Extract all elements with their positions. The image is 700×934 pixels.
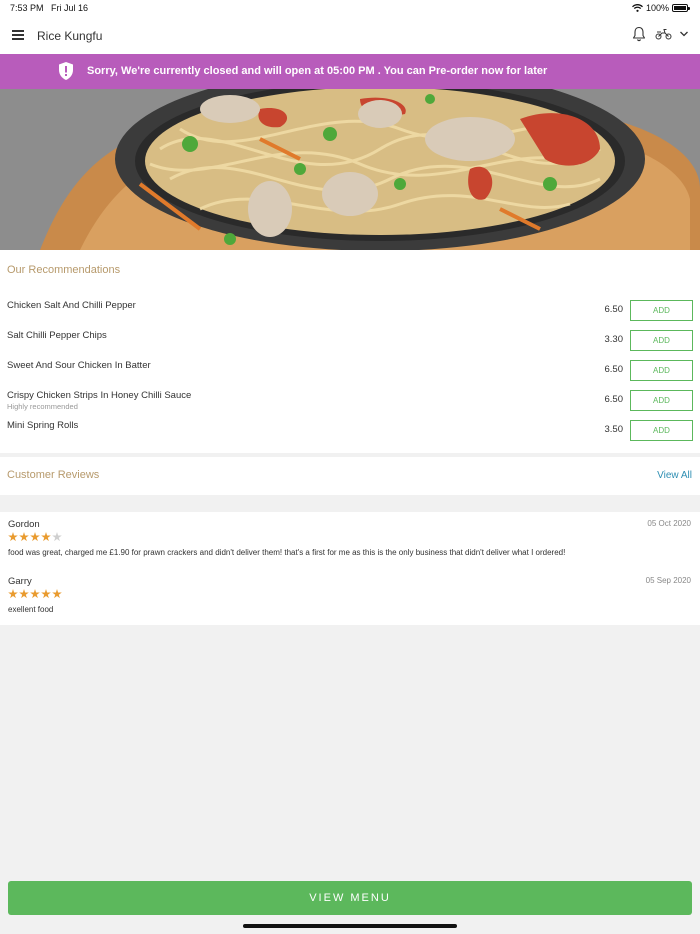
status-date: Fri Jul 16: [51, 3, 89, 13]
menu-item: Salt Chilli Pepper Chips 3.30 ADD: [0, 330, 700, 352]
review-date: 05 Oct 2020: [647, 519, 691, 528]
star-icon: [41, 589, 51, 599]
item-price: 3.30: [604, 334, 624, 345]
review-date: 05 Sep 2020: [645, 576, 691, 585]
add-button[interactable]: ADD: [630, 330, 693, 351]
app-header: Rice Kungfu: [0, 16, 700, 54]
review-text: food was great, charged me £1.90 for pra…: [8, 548, 566, 557]
shield-alert-icon: [59, 62, 73, 80]
star-icon: [19, 589, 29, 599]
closed-banner: Sorry, We're currently closed and will o…: [0, 54, 700, 89]
chevron-down-icon[interactable]: [679, 30, 689, 38]
reviews-title: Customer Reviews: [7, 469, 100, 481]
closed-message: Sorry, We're currently closed and will o…: [87, 65, 548, 77]
star-icon: [8, 589, 18, 599]
menu-icon[interactable]: [12, 30, 24, 40]
star-icon: [30, 532, 40, 542]
star-icon: [41, 532, 51, 542]
item-price: 6.50: [604, 394, 624, 405]
menu-item: Mini Spring Rolls 3.50 ADD: [0, 420, 700, 442]
item-price: 6.50: [604, 304, 624, 315]
star-rating: [8, 589, 62, 599]
menu-item: Crispy Chicken Strips In Honey Chilli Sa…: [0, 390, 700, 412]
item-name: Mini Spring Rolls: [7, 420, 79, 431]
add-button[interactable]: ADD: [630, 360, 693, 381]
review-author: Garry: [8, 576, 32, 587]
hero-food-image: [0, 89, 700, 250]
menu-item: Sweet And Sour Chicken In Batter 6.50 AD…: [0, 360, 700, 382]
noodles-illustration: [0, 89, 700, 250]
item-price: 3.50: [604, 424, 624, 435]
reviews-list: Gordon 05 Oct 2020 food was great, charg…: [0, 512, 700, 625]
review-author: Gordon: [8, 519, 40, 530]
star-icon: [52, 532, 62, 542]
status-bar: 7:53 PM Fri Jul 16 100%: [0, 0, 700, 16]
star-icon: [30, 589, 40, 599]
item-name: Chicken Salt And Chilli Pepper: [7, 300, 136, 311]
add-button[interactable]: ADD: [630, 300, 693, 321]
star-icon: [52, 589, 62, 599]
home-indicator: [243, 924, 457, 928]
status-time: 7:53 PM: [10, 3, 44, 13]
battery-icon: [672, 4, 690, 12]
item-name: Sweet And Sour Chicken In Batter: [7, 360, 151, 371]
reviews-header: Customer Reviews View All: [0, 457, 700, 495]
item-price: 6.50: [604, 364, 624, 375]
wifi-icon: [632, 4, 643, 12]
menu-item: Chicken Salt And Chilli Pepper 6.50 ADD: [0, 300, 700, 322]
item-subtitle: Highly recommended: [7, 402, 78, 411]
item-name: Crispy Chicken Strips In Honey Chilli Sa…: [7, 390, 192, 401]
star-icon: [8, 532, 18, 542]
review-text: exellent food: [8, 605, 54, 614]
restaurant-title: Rice Kungfu: [37, 29, 103, 43]
bell-icon[interactable]: [632, 26, 646, 42]
star-rating: [8, 532, 62, 542]
recommendations-section: Our Recommendations Chicken Salt And Chi…: [0, 250, 700, 453]
view-all-link[interactable]: View All: [657, 470, 692, 481]
recommendations-title: Our Recommendations: [7, 264, 121, 276]
item-name: Salt Chilli Pepper Chips: [7, 330, 107, 341]
add-button[interactable]: ADD: [630, 390, 693, 411]
battery-percent: 100%: [645, 3, 669, 13]
scooter-icon[interactable]: [655, 28, 672, 40]
add-button[interactable]: ADD: [630, 420, 693, 441]
view-menu-button[interactable]: VIEW MENU: [8, 881, 692, 915]
star-icon: [19, 532, 29, 542]
